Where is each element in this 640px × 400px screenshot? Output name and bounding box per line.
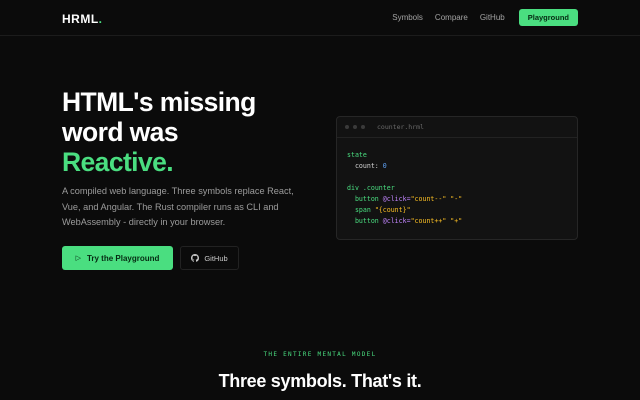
- code-token: state: [347, 151, 367, 159]
- hero-description: A compiled web language. Three symbols r…: [62, 186, 294, 227]
- nav-link-compare[interactable]: Compare: [435, 13, 468, 22]
- section-title: Three symbols. That's it.: [218, 371, 422, 391]
- code-token: @click=: [382, 217, 411, 225]
- hero-title: HTML's missing word was Reactive.: [62, 87, 322, 177]
- code-token: @click=: [382, 195, 411, 203]
- window-dot-icon: [353, 125, 357, 129]
- code-token: .counter: [362, 184, 395, 192]
- github-button[interactable]: GitHub: [180, 246, 239, 270]
- try-playground-label: Try the Playground: [86, 253, 160, 263]
- logo[interactable]: HRML.: [62, 12, 103, 26]
- code-token: "+": [450, 217, 463, 225]
- hero-title-line-1: HTML's missing: [62, 87, 256, 117]
- hero-title-line-2: word was: [62, 117, 179, 147]
- logo-dot: .: [98, 12, 103, 26]
- code-token: "{count}": [374, 206, 411, 214]
- code-token: "count--": [410, 195, 447, 203]
- try-playground-button[interactable]: ▷ Try the Playground: [62, 246, 173, 270]
- editor-titlebar: counter.hrml: [337, 117, 577, 138]
- editor-filename: counter.hrml: [377, 123, 424, 131]
- window-dot-icon: [345, 125, 349, 129]
- code-editor-preview: counter.hrml state count: 0 div .counter…: [336, 116, 578, 240]
- logo-text: HRML: [62, 12, 99, 26]
- code-token: "-": [450, 195, 463, 203]
- section-kicker: THE ENTIRE MENTAL MODEL: [263, 351, 377, 358]
- top-nav: HRML. Symbols Compare GitHub Playground: [0, 0, 640, 36]
- nav-link-symbols[interactable]: Symbols: [392, 13, 423, 22]
- window-dot-icon: [361, 125, 365, 129]
- code-token: div: [347, 184, 359, 192]
- code-block: state count: 0 div .counter button @clic…: [347, 150, 462, 227]
- nav-links: Symbols Compare GitHub Playground: [392, 9, 578, 26]
- code-token: 0: [382, 162, 387, 170]
- code-token: button: [354, 217, 379, 225]
- nav-link-github[interactable]: GitHub: [480, 13, 505, 22]
- github-icon: [191, 254, 200, 262]
- play-icon: ▷: [75, 255, 81, 262]
- playground-nav-button[interactable]: Playground: [518, 9, 578, 26]
- code-token: span: [354, 206, 371, 214]
- code-token: button: [354, 195, 379, 203]
- code-token: "count++": [410, 217, 447, 225]
- github-button-label: GitHub: [204, 253, 228, 263]
- code-token: count:: [354, 162, 379, 170]
- hero-title-accent: Reactive.: [62, 147, 174, 177]
